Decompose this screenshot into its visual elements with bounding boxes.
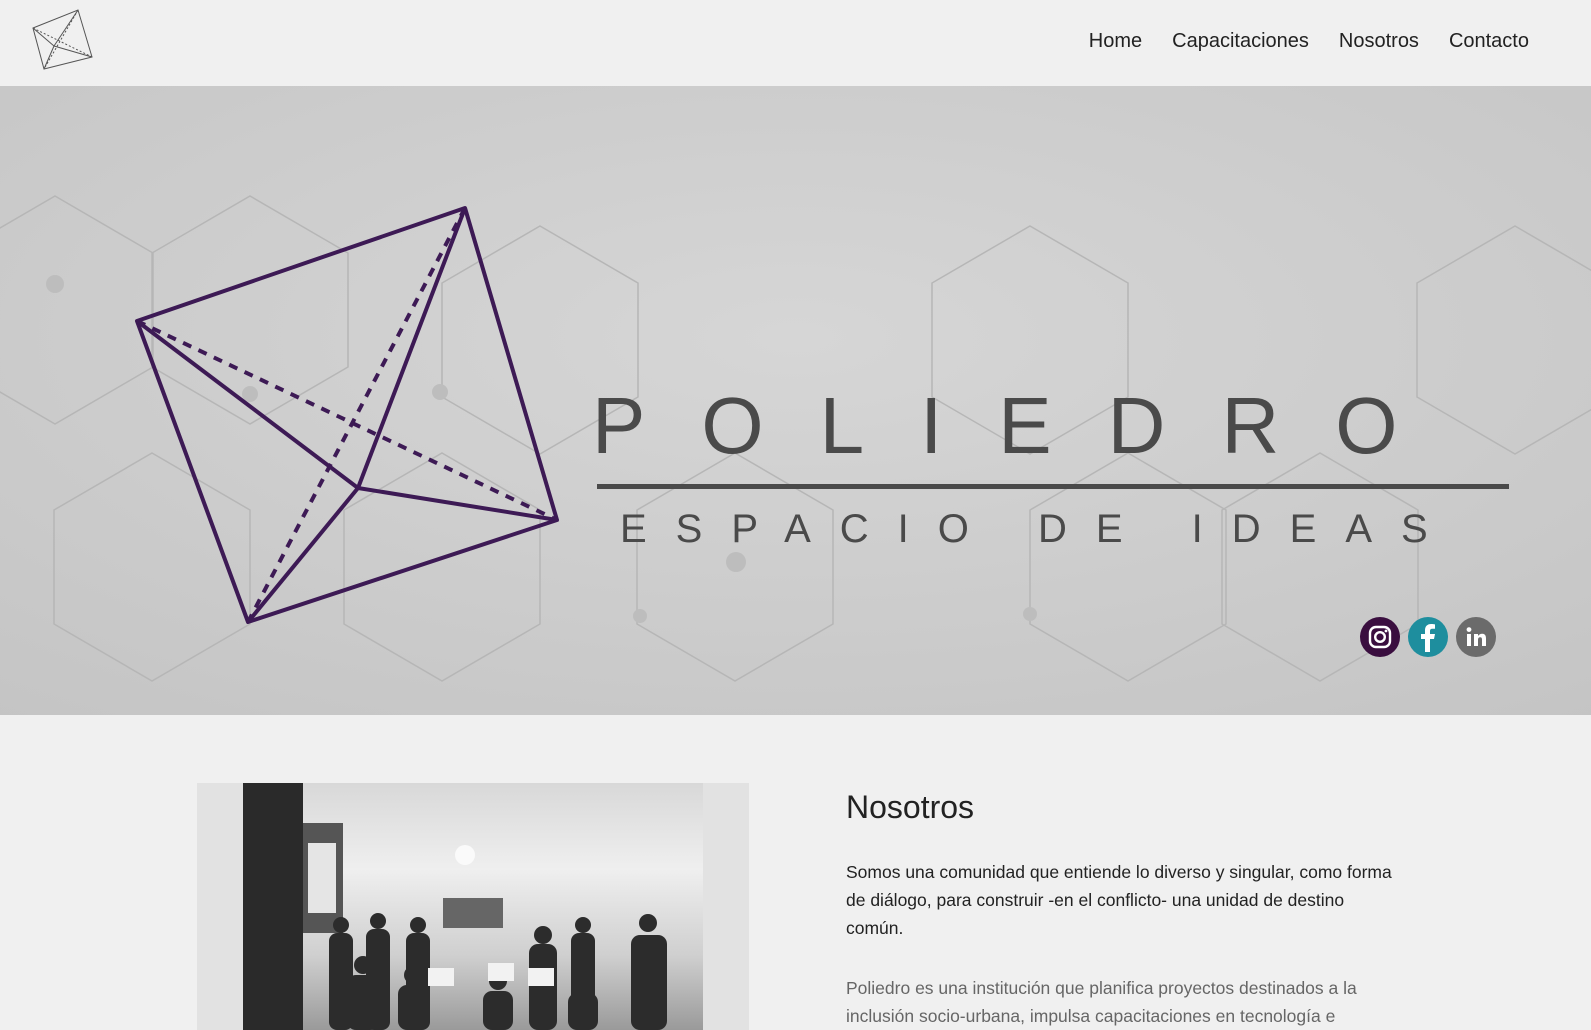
nav-nosotros[interactable]: Nosotros <box>1339 28 1419 54</box>
team-photo <box>243 783 703 1030</box>
facebook-icon[interactable] <box>1408 617 1448 657</box>
social-links <box>1360 617 1496 657</box>
about-paragraph-2: Poliedro es una institución que planific… <box>846 978 1357 1026</box>
main-nav: Home Capacitaciones Nosotros Contacto <box>1089 28 1529 54</box>
nav-home[interactable]: Home <box>1089 28 1142 54</box>
instagram-icon[interactable] <box>1360 617 1400 657</box>
team-photo-frame <box>197 783 749 1030</box>
brand-divider <box>597 484 1509 489</box>
hero-banner: POLIEDRO ESPACIO DE IDEAS <box>0 86 1591 715</box>
nav-capacitaciones[interactable]: Capacitaciones <box>1172 28 1309 54</box>
about-title: Nosotros <box>846 789 975 825</box>
linkedin-icon[interactable] <box>1456 617 1496 657</box>
poliedro-logo-icon[interactable] <box>30 8 94 70</box>
nav-contacto[interactable]: Contacto <box>1449 28 1529 54</box>
site-header: Home Capacitaciones Nosotros Contacto <box>0 0 1591 86</box>
brand-title: POLIEDRO <box>592 381 1454 470</box>
polyhedron-logo-icon <box>135 206 559 624</box>
brand-tagline: ESPACIO DE IDEAS <box>620 507 1457 551</box>
about-paragraph-1: Somos una comunidad que entiende lo dive… <box>846 862 1392 938</box>
